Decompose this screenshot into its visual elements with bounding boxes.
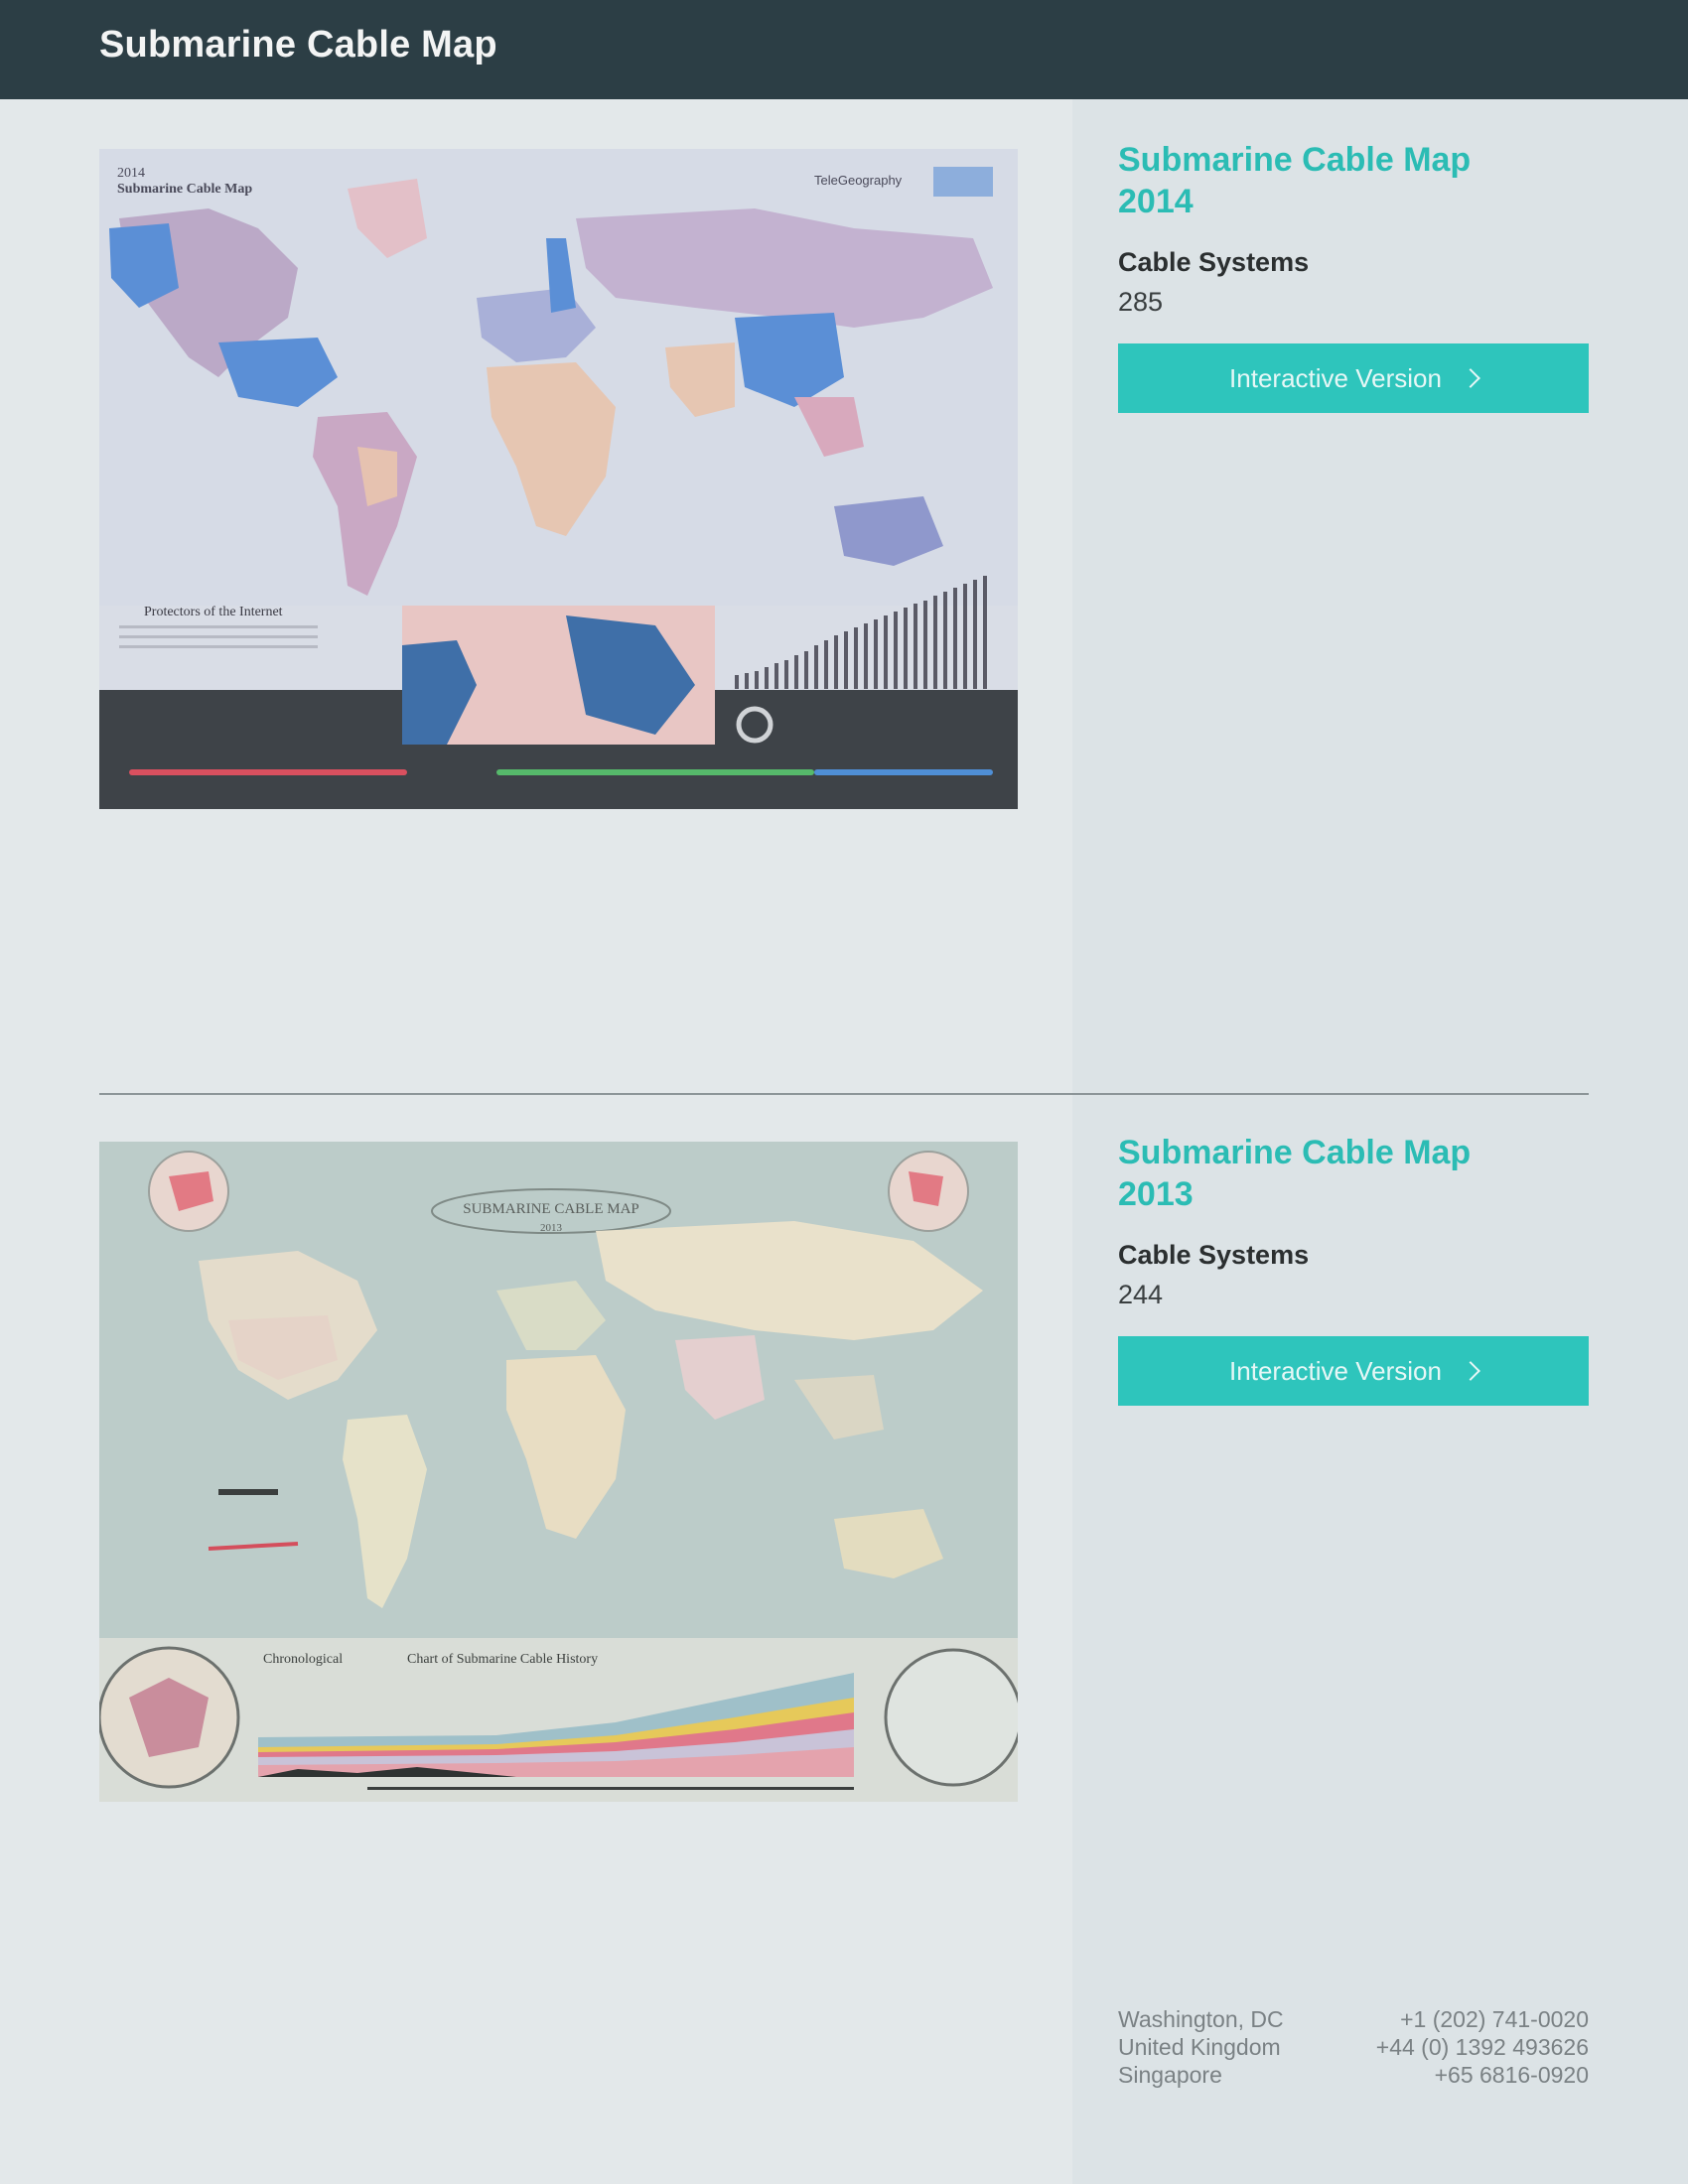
office-city: United Kingdom <box>1118 2034 1281 2060</box>
map-title-line1: Submarine Cable Map <box>1118 1134 1472 1171</box>
map-title-2013[interactable]: Submarine Cable Map 2013 <box>1118 1132 1476 1215</box>
footer-contacts: Washington, DC +1 (202) 741-0020 United … <box>1118 2005 1589 2089</box>
map-info-2013: Submarine Cable Map 2013 Cable Systems 2… <box>1118 1132 1589 1406</box>
office-phone[interactable]: +65 6816-0920 <box>1435 2061 1589 2089</box>
cable-systems-count: 244 <box>1118 1280 1164 1309</box>
poster-section-label: Protectors of the Internet <box>144 605 283 619</box>
cable-systems-label: Cable Systems <box>1118 1240 1310 1270</box>
map-image-2013[interactable]: SUBMARINE CABLE MAP 2013 Chronological C… <box>99 1142 1018 1802</box>
poster-chart-title-b: Chart of Submarine Cable History <box>407 1652 598 1667</box>
interactive-version-button-2013[interactable]: Interactive Version <box>1118 1336 1589 1406</box>
button-label: Interactive Version <box>1229 1355 1442 1386</box>
poster-year-label: 2014 <box>117 166 145 181</box>
button-label: Interactive Version <box>1229 362 1442 393</box>
office-city: Washington, DC <box>1118 2006 1284 2032</box>
poster-title-label: Submarine Cable Map <box>117 182 252 197</box>
section-divider <box>99 1093 1589 1095</box>
footer-office-row: Singapore +65 6816-0920 <box>1118 2061 1589 2089</box>
cable-systems-label: Cable Systems <box>1118 247 1310 277</box>
poster-2014-graphic: 2014 Submarine Cable Map TeleGeography P… <box>99 149 1018 809</box>
cable-systems-count: 285 <box>1118 287 1164 317</box>
poster-title-label: SUBMARINE CABLE MAP <box>463 1201 639 1217</box>
site-title[interactable]: Submarine Cable Map <box>99 24 497 67</box>
office-phone[interactable]: +1 (202) 741-0020 <box>1400 2005 1589 2033</box>
top-header-bar: Submarine Cable Map <box>0 0 1688 99</box>
map-title-year: 2014 <box>1118 183 1194 220</box>
map-title-year: 2013 <box>1118 1175 1194 1213</box>
poster-2013-graphic: SUBMARINE CABLE MAP 2013 Chronological C… <box>99 1142 1018 1802</box>
map-title-line1: Submarine Cable Map <box>1118 141 1472 179</box>
footer-office-row: Washington, DC +1 (202) 741-0020 <box>1118 2005 1589 2033</box>
chevron-right-icon <box>1461 368 1480 388</box>
poster-brand-label: TeleGeography <box>814 173 903 188</box>
map-info-2014: Submarine Cable Map 2014 Cable Systems 2… <box>1118 139 1589 413</box>
office-city: Singapore <box>1118 2062 1222 2088</box>
footer-office-row: United Kingdom +44 (0) 1392 493626 <box>1118 2033 1589 2061</box>
office-phone[interactable]: +44 (0) 1392 493626 <box>1376 2033 1589 2061</box>
map-title-2014[interactable]: Submarine Cable Map 2014 <box>1118 139 1476 222</box>
poster-chart-title-a: Chronological <box>263 1652 343 1667</box>
map-image-2014[interactable]: 2014 Submarine Cable Map TeleGeography P… <box>99 149 1018 809</box>
interactive-version-button-2014[interactable]: Interactive Version <box>1118 343 1589 413</box>
poster-year-label: 2013 <box>540 1222 563 1234</box>
chevron-right-icon <box>1461 1361 1480 1381</box>
